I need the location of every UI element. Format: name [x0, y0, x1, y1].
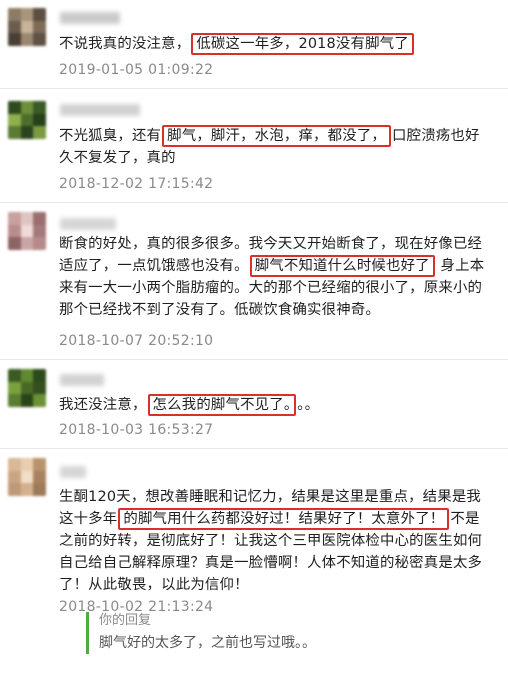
nickname-blurred: [60, 374, 104, 386]
highlighted-phrase: 脚气不知道什么时候也好了: [249, 255, 435, 277]
comment-text: 生酮120天，想改善睡眠和记忆力，结果是这里是重点，结果是我这十多年 的脚气用什么…: [59, 486, 494, 596]
highlighted-phrase: 低碳这一年多，2018没有脚气了: [191, 33, 414, 55]
avatar[interactable]: [8, 369, 46, 407]
comment-text-segment: 。。: [297, 397, 320, 413]
comment-text-segment: 我还没注意，: [59, 397, 147, 413]
reply-label: 你的回复: [99, 613, 152, 628]
nickname-blurred: [60, 104, 140, 116]
comment-timestamp: 2018-10-03 16:53:27: [59, 422, 214, 438]
comment-text: 不光狐臭，还有 脚气，脚汗，水泡，痒，都没了， 口腔溃疡也好久不复发了，真的: [59, 125, 494, 169]
reply-text: 脚气好的太多了，之前也写过哦。。: [99, 635, 316, 651]
divider: [0, 88, 508, 89]
highlighted-phrase: 脚气，脚汗，水泡，痒，都没了，: [162, 125, 392, 147]
highlighted-phrase: 的脚气用什么药都没好过！结果好了！太意外了！: [118, 508, 450, 530]
comment-timestamp: 2018-12-02 17:15:42: [59, 176, 214, 192]
divider: [0, 448, 508, 449]
comment-text: 不说我真的没注意， 低碳这一年多，2018没有脚气了: [59, 33, 494, 55]
comment-text: 我还没注意， 怎么我的脚气不见了。。。: [59, 394, 494, 416]
comment-text-segment: 不光狐臭，还有: [59, 128, 162, 144]
avatar[interactable]: [8, 212, 46, 250]
comment-text-segment: 不说我真的没注意，: [59, 36, 191, 52]
avatar[interactable]: [8, 8, 46, 46]
highlighted-phrase: 怎么我的脚气不见了。: [147, 394, 297, 416]
comment-timestamp: 2019-01-05 01:09:22: [59, 62, 214, 78]
nickname-blurred: [60, 12, 120, 24]
avatar[interactable]: [8, 458, 46, 496]
nickname-blurred: [60, 218, 116, 230]
comment-timestamp: 2018-10-07 20:52:10: [59, 333, 214, 349]
divider: [0, 359, 508, 360]
author-reply: 你的回复 脚气好的太多了，之前也写过哦。。: [86, 612, 499, 654]
avatar[interactable]: [8, 101, 46, 139]
divider: [0, 202, 508, 203]
nickname-blurred: [60, 466, 86, 478]
comment-text: 断食的好处，真的很多很多。我今天又开始断食了，现在好像已经适应了，一点饥饿感也没…: [59, 233, 494, 321]
